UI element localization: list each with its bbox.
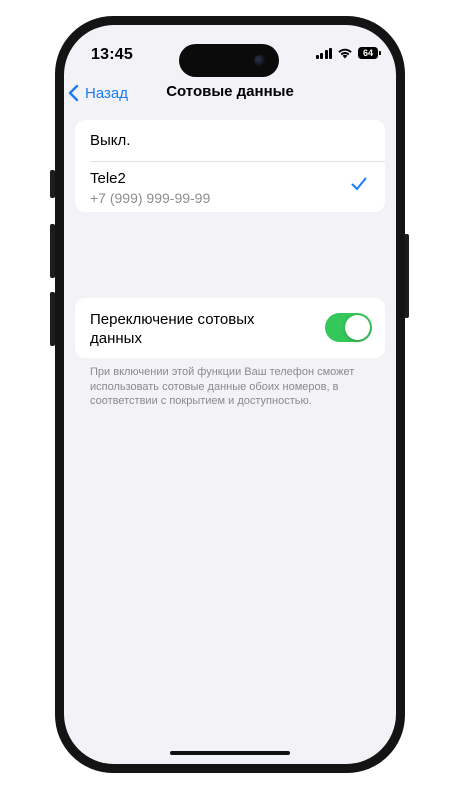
battery-icon: 64 <box>358 47 381 59</box>
data-switching-group: Переключение сотовых данных <box>75 298 385 358</box>
option-off-label: Выкл. <box>90 132 131 149</box>
data-switching-label: Переключение сотовых данных <box>90 311 255 347</box>
status-indicators: 64 <box>315 47 381 59</box>
checkmark-icon <box>351 177 367 190</box>
option-off[interactable]: Выкл. <box>75 120 385 161</box>
home-indicator[interactable] <box>170 751 290 755</box>
wifi-icon <box>338 48 352 59</box>
data-switching-footnote: При включении этой функции Ваш телефон с… <box>90 366 355 407</box>
dynamic-island <box>179 44 279 77</box>
carrier-name: Tele2 <box>90 170 126 187</box>
status-time: 13:45 <box>91 46 133 63</box>
option-tele2[interactable]: Tele2 +7 (999) 999-99-99 <box>75 162 385 212</box>
signal-icon <box>315 47 332 59</box>
sim-options-group: Выкл. Tele2 +7 (999) 999-99-99 <box>75 120 385 212</box>
camera-icon <box>254 55 265 66</box>
page: 13:45 64 Назад Сотовые данные Выкл. Tele… <box>0 0 474 794</box>
toggle-knob <box>345 315 370 340</box>
phone-number: +7 (999) 999-99-99 <box>90 190 211 206</box>
data-switching-toggle[interactable] <box>325 313 372 342</box>
page-title: Сотовые данные <box>166 83 294 100</box>
phone-screen: 13:45 64 Назад Сотовые данные Выкл. Tele… <box>64 25 396 764</box>
